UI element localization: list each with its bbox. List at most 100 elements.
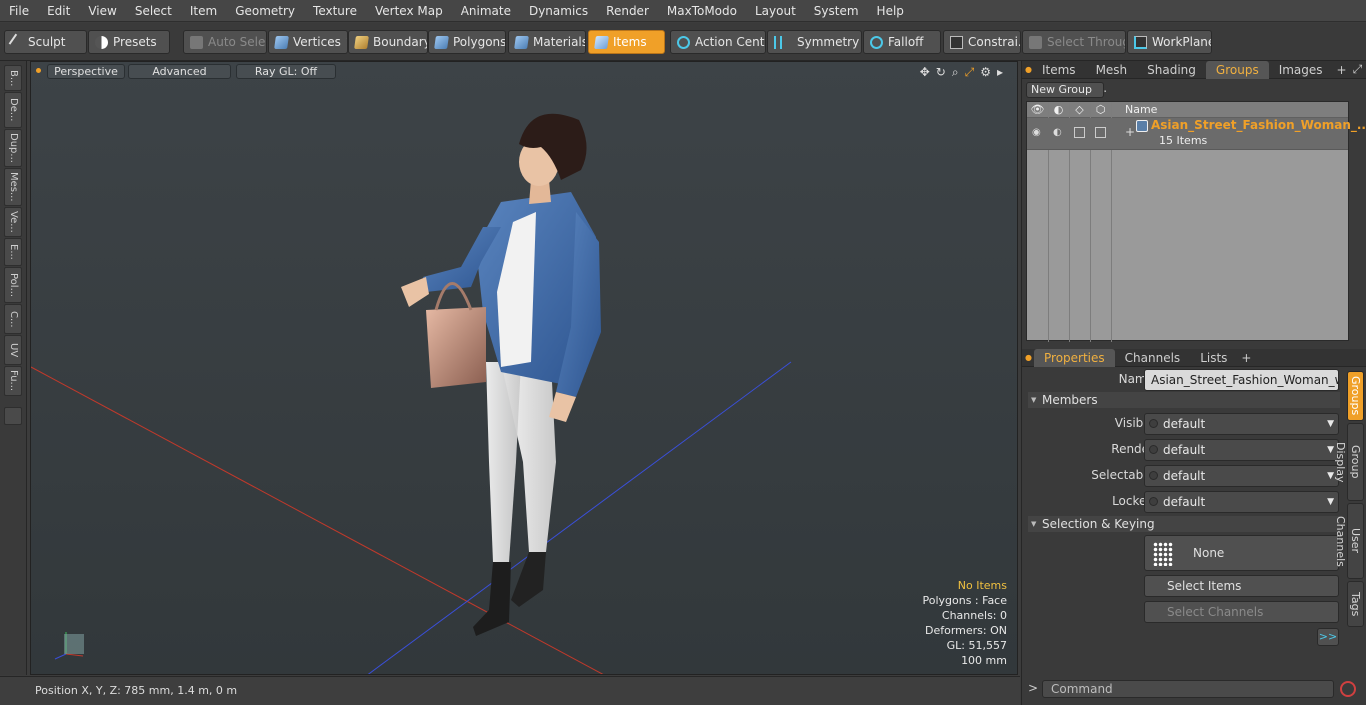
select-through-label: Select Through [1047,35,1125,49]
left-tab-edge[interactable]: E... [4,238,22,266]
tab-shading[interactable]: Shading [1137,61,1206,79]
row-select-toggle[interactable] [1074,127,1085,138]
select-through-button[interactable]: Select Through [1022,30,1126,54]
record-icon[interactable] [1340,681,1356,697]
tab-groups[interactable]: Groups [1205,60,1269,79]
left-tab-polygon[interactable]: Pol... [4,267,22,303]
materials-button[interactable]: Materials [508,30,586,54]
tab-channels[interactable]: Channels [1115,349,1191,367]
expand-row-icon[interactable]: + [1125,125,1135,139]
action-center-button[interactable]: Action Center [670,30,766,54]
left-strip-toggle[interactable] [4,407,22,425]
menu-animate[interactable]: Animate [452,0,520,22]
more-button[interactable]: >> [1317,628,1339,646]
groups-list: 👁 ◐ ◇ ⬡ Name ◉ ◐ + Asian_Street_Fashion_… [1026,101,1366,342]
maximize-view-icon[interactable]: ⤢ [965,65,975,80]
row-render-toggle[interactable]: ◐ [1053,127,1062,138]
advanced-button[interactable]: Advanced [128,64,231,79]
command-input[interactable]: Command [1042,680,1334,698]
move-view-icon[interactable]: ✥ [920,65,930,80]
left-tab-uv[interactable]: UV [4,335,22,365]
boundary-label: Boundary [373,35,428,49]
expand-icon[interactable]: ⤢ [1351,62,1365,77]
zoom-view-icon[interactable]: ⌕ [952,65,959,80]
gear-icon[interactable]: ⚙ [980,65,991,80]
panel-menu-dot-icon[interactable]: ● [1022,65,1032,74]
row-visible-toggle[interactable]: ◉ [1032,127,1041,138]
z-axis-line [367,361,792,674]
falloff-button[interactable]: Falloff [863,30,941,54]
menu-view[interactable]: View [79,0,125,22]
selection-keying-section[interactable]: Selection & Keying [1028,516,1340,532]
props-menu-dot-icon[interactable]: ● [1022,353,1034,362]
sculpt-button[interactable]: Sculpt [4,30,87,54]
left-tab-fusion[interactable]: Fu... [4,366,22,396]
left-tab-curve[interactable]: C... [4,304,22,334]
tab-lists[interactable]: Lists [1190,349,1237,367]
side-tab-groups[interactable]: Groups [1347,371,1364,421]
tab-images[interactable]: Images [1269,61,1333,79]
members-section[interactable]: Members [1028,392,1340,408]
menu-select[interactable]: Select [126,0,181,22]
new-group-button[interactable]: New Group [1026,82,1104,98]
perspective-button[interactable]: Perspective [47,64,125,79]
viewport-arrow-icon[interactable]: ▸ [997,65,1003,80]
stats-gl: GL: 51,557 [946,639,1007,652]
menu-file[interactable]: File [0,0,38,22]
selectable-row: Selectable default ▼ [1022,465,1366,487]
axis-gizmo [54,632,84,660]
presets-button[interactable]: Presets [88,30,170,54]
rotate-view-icon[interactable]: ↻ [936,65,946,80]
chevron-down-icon: ▼ [1327,419,1334,429]
add-tab-icon[interactable]: + [1333,63,1351,77]
add-props-tab-icon[interactable]: + [1237,351,1255,365]
3d-viewport[interactable]: Perspective Advanced Ray GL: Off ✥ ↻ ⌕ ⤢… [30,61,1018,675]
left-tab-vertex[interactable]: Ve... [4,207,22,237]
menu-texture[interactable]: Texture [304,0,366,22]
viewport-menu-dot-icon[interactable] [36,68,41,73]
locked-select[interactable]: default ▼ [1144,491,1339,513]
left-tab-duplicate[interactable]: Dup... [4,129,22,167]
menu-maxtomodo[interactable]: MaxToModo [658,0,746,22]
menu-item[interactable]: Item [181,0,226,22]
raygl-button[interactable]: Ray GL: Off [236,64,336,79]
name-field[interactable]: Asian_Street_Fashion_Woman_with_H [1144,369,1339,391]
left-tab-basic[interactable]: B... [4,65,22,91]
tab-mesh[interactable]: Mesh ... [1086,61,1138,95]
select-channels-button[interactable]: Select Channels [1144,601,1339,623]
selectable-select[interactable]: default ▼ [1144,465,1339,487]
none-button[interactable]: None [1144,535,1339,571]
items-button[interactable]: Items [588,30,665,54]
menu-dynamics[interactable]: Dynamics [520,0,597,22]
side-tab-tags[interactable]: Tags [1347,581,1364,627]
menu-edit[interactable]: Edit [38,0,79,22]
side-tab-group-display[interactable]: Group Display [1334,423,1364,501]
menu-render[interactable]: Render [597,0,658,22]
symmetry-button[interactable]: Symmetry [767,30,862,54]
left-tab-deform[interactable]: De... [4,92,22,128]
left-tab-mesh-edit[interactable]: Mes... [4,168,22,206]
menu-system[interactable]: System [805,0,868,22]
tab-items[interactable]: Items [1032,61,1086,79]
row-lock-toggle[interactable] [1095,127,1106,138]
visible-select[interactable]: default ▼ [1144,413,1339,435]
menu-vertex-map[interactable]: Vertex Map [366,0,452,22]
boundary-button[interactable]: Boundary [348,30,428,54]
auto-select-button[interactable]: Auto Select [183,30,267,54]
menu-layout[interactable]: Layout [746,0,805,22]
group-row[interactable]: ◉ ◐ + Asian_Street_Fashion_Woman_... 15 … [1027,118,1366,150]
menu-geometry[interactable]: Geometry [226,0,304,22]
tab-properties[interactable]: Properties [1034,348,1115,367]
groups-scrollbar[interactable] [1352,101,1362,341]
name-row: Name Asian_Street_Fashion_Woman_with_H [1022,369,1366,391]
render-select[interactable]: default ▼ [1144,439,1339,461]
select-items-button[interactable]: Select Items [1144,575,1339,597]
render-icon: ◐ [1053,103,1064,116]
polygons-button[interactable]: Polygons [428,30,506,54]
constraints-button[interactable]: Constrai... [943,30,1021,54]
auto-select-icon [190,35,203,49]
workplane-button[interactable]: WorkPlane [1127,30,1212,54]
menu-help[interactable]: Help [868,0,913,22]
vertices-button[interactable]: Vertices 1 [268,30,348,54]
side-tab-user-channels[interactable]: User Channels [1334,503,1364,579]
